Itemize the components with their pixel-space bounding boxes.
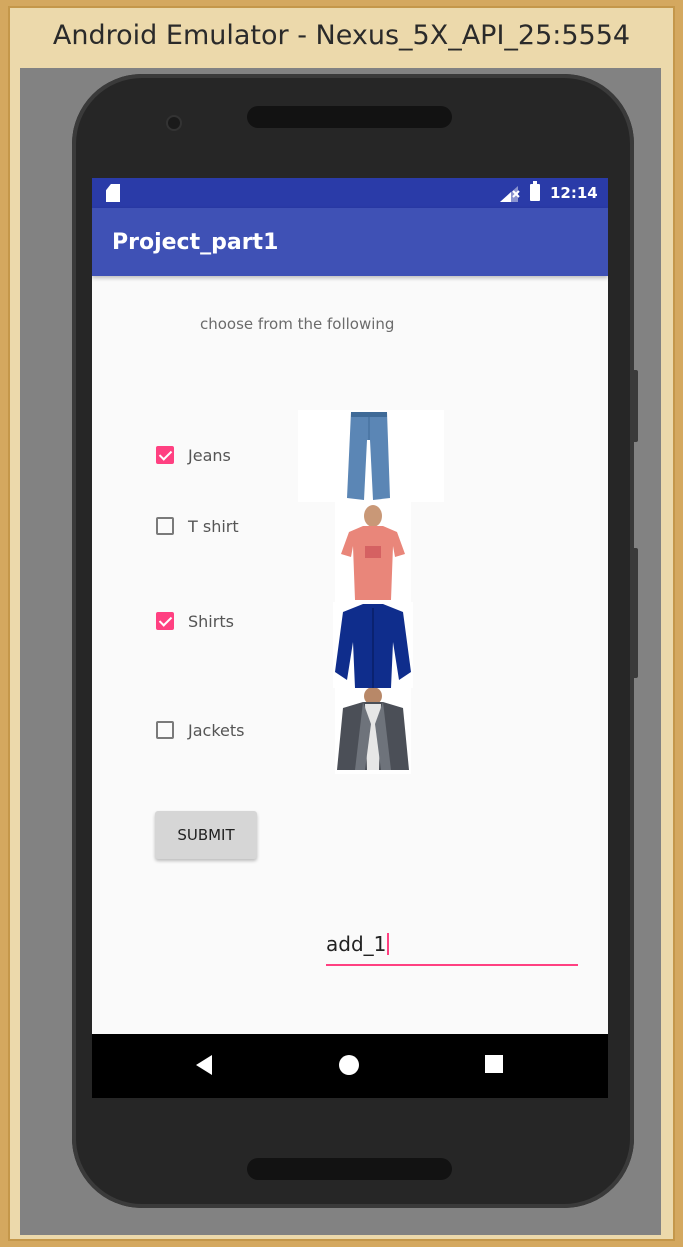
text-input-value: add_1 <box>326 932 390 956</box>
shirt-image <box>333 602 413 688</box>
power-button[interactable] <box>632 548 638 678</box>
instruction-text: choose from the following <box>200 315 395 333</box>
device-screen: 12:14 Project_part1 choose from the foll… <box>92 178 608 1098</box>
app-bar: Project_part1 <box>92 208 608 276</box>
checkbox-label: Jeans <box>188 446 231 465</box>
recents-icon[interactable] <box>484 1054 504 1074</box>
home-icon[interactable] <box>338 1054 360 1076</box>
checkbox-checked-icon[interactable] <box>156 446 174 464</box>
back-icon[interactable] <box>194 1054 214 1076</box>
t-shirt-image <box>335 502 411 602</box>
text-caret <box>387 933 390 955</box>
bottom-speaker <box>247 1158 452 1180</box>
app-title: Project_part1 <box>112 230 279 255</box>
submit-button[interactable]: SUBMIT <box>155 811 257 859</box>
checkbox-label: Jackets <box>188 721 245 740</box>
jacket-image <box>335 688 411 774</box>
status-time: 12:14 <box>550 184 598 202</box>
checkbox-unchecked-icon[interactable] <box>156 721 174 739</box>
volume-button[interactable] <box>632 370 638 442</box>
jeans-image <box>298 410 444 502</box>
text-input[interactable]: add_1 <box>326 930 578 966</box>
navigation-bar <box>92 1034 608 1098</box>
status-bar: 12:14 <box>92 178 608 208</box>
window-title: Android Emulator - Nexus_5X_API_25:5554 <box>52 20 631 51</box>
sd-card-icon <box>106 184 120 202</box>
checkbox-unchecked-icon[interactable] <box>156 517 174 535</box>
checkbox-label: Shirts <box>188 612 234 631</box>
top-speaker <box>247 106 452 128</box>
front-camera <box>168 117 180 129</box>
checkbox-checked-icon[interactable] <box>156 612 174 630</box>
signal-icon <box>500 186 520 202</box>
checkbox-label: T shirt <box>188 517 239 536</box>
battery-icon <box>530 181 540 201</box>
